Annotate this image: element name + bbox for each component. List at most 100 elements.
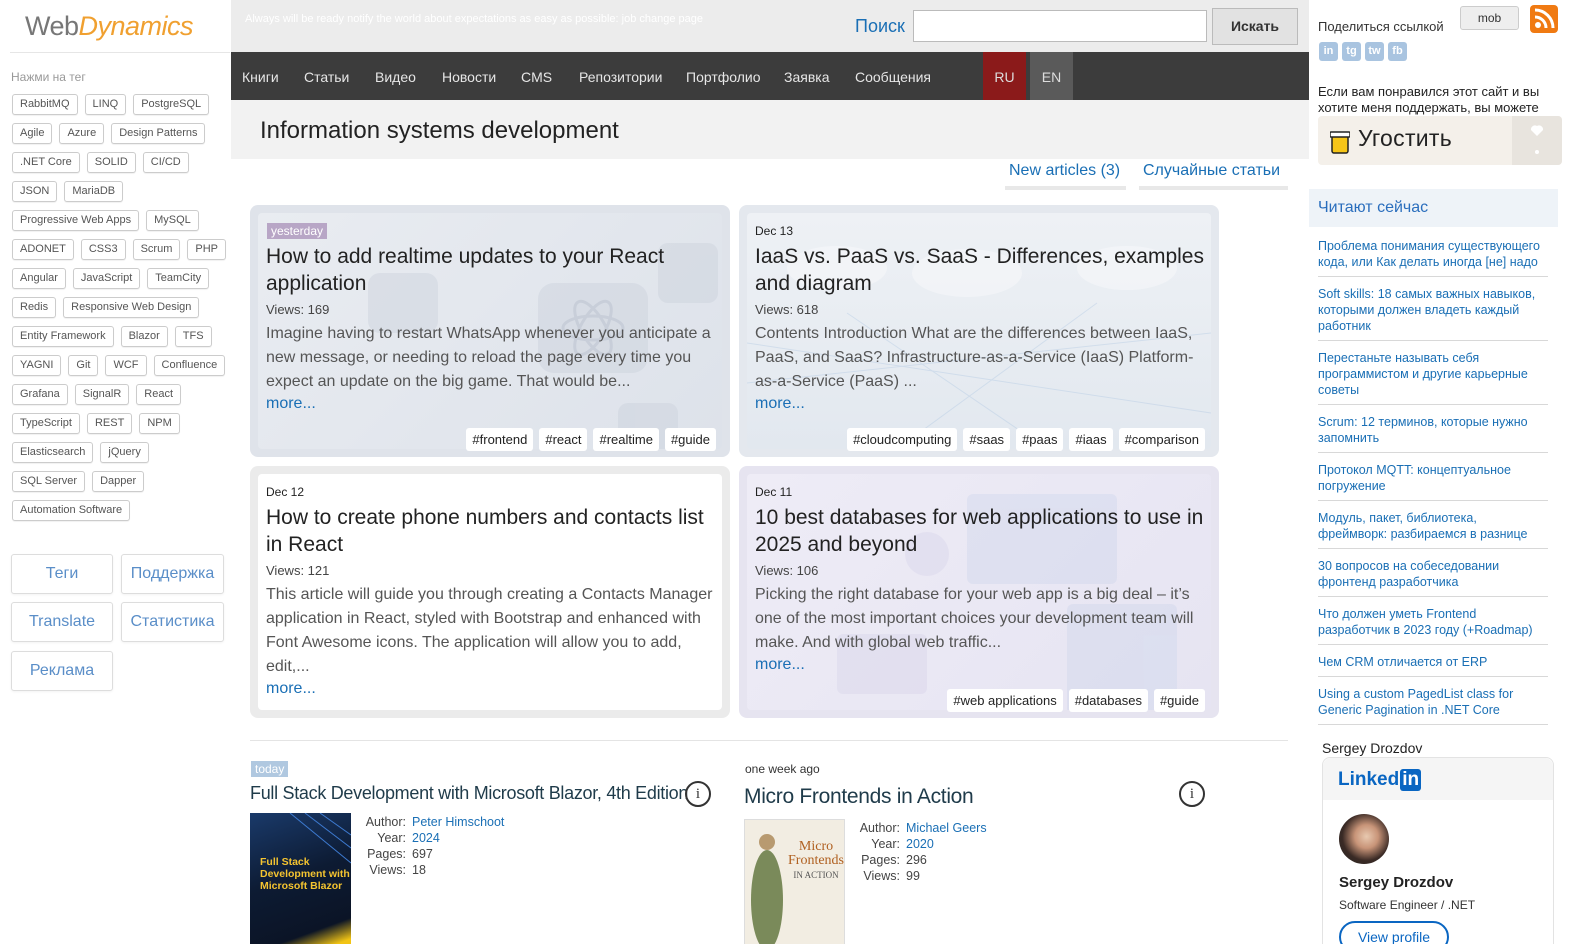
reading-now-link[interactable]: Проблема понимания существующего кода, и… [1318, 236, 1548, 277]
tag-button[interactable]: PostgreSQL [133, 94, 210, 115]
twitter-share-icon[interactable]: tw [1365, 42, 1384, 61]
tag-button[interactable]: Angular [12, 268, 66, 289]
reading-now-link[interactable]: Soft skills: 18 самых важных навыков, ко… [1318, 284, 1548, 341]
lang-en-button[interactable]: EN [1030, 52, 1073, 100]
book-year-link[interactable]: 2020 [906, 837, 934, 851]
rss-icon[interactable] [1530, 5, 1558, 33]
book-cover[interactable]: Micro Frontends IN ACTION [744, 819, 845, 944]
tag-button[interactable]: Redis [12, 297, 57, 318]
tag-button[interactable]: REST [86, 413, 133, 434]
tag-button[interactable]: Git [68, 355, 99, 376]
tag-button[interactable]: RabbitMQ [12, 94, 78, 115]
tag-button[interactable]: Azure [59, 123, 105, 144]
article-tag[interactable]: #web applications [947, 689, 1063, 712]
article-tag[interactable]: #cloudcomputing [847, 428, 958, 451]
tag-button[interactable]: Grafana [12, 384, 68, 405]
buy-coffee-button[interactable]: Угостить [1318, 116, 1562, 165]
view-profile-button[interactable]: View profile [1339, 921, 1449, 944]
tag-button[interactable]: Blazor [120, 326, 168, 347]
reading-now-link[interactable]: Модуль, пакет, библиотека, фреймворк: ра… [1318, 508, 1548, 549]
tag-button[interactable]: LINQ [84, 94, 127, 115]
tag-button[interactable]: Agile [12, 123, 53, 144]
article-tag[interactable]: #react [539, 428, 588, 451]
article-card[interactable]: Dec 13 IaaS vs. PaaS vs. SaaS - Differen… [739, 205, 1219, 457]
article-more-link[interactable]: more... [266, 395, 316, 413]
tag-button[interactable]: TypeScript [12, 413, 80, 434]
tag-button[interactable]: Progressive Web Apps [12, 210, 140, 231]
book-author-link[interactable]: Michael Geers [906, 821, 987, 835]
tab-random-articles[interactable]: Случайные статьи [1139, 162, 1288, 190]
article-tag[interactable]: #comparison [1118, 428, 1205, 451]
tag-button[interactable]: PHP [187, 239, 226, 260]
tag-button[interactable]: .NET Core [12, 152, 80, 173]
article-tag[interactable]: #realtime [593, 428, 659, 451]
tag-button[interactable]: JavaScript [72, 268, 141, 289]
book-title[interactable]: Micro Frontends in Action [744, 785, 974, 809]
nav-video[interactable]: Видео [375, 52, 416, 100]
nav-articles[interactable]: Статьи [304, 52, 349, 100]
tag-button[interactable]: MySQL [146, 210, 199, 231]
book-author-link[interactable]: Peter Himschoot [412, 815, 504, 829]
mobile-version-button[interactable]: mob [1460, 6, 1519, 30]
tag-button[interactable]: jQuery [100, 442, 149, 463]
tag-button[interactable]: Scrum [132, 239, 181, 260]
tag-button[interactable]: SignalR [74, 384, 130, 405]
reading-now-link[interactable]: Что должен уметь Frontend разработчик в … [1318, 604, 1548, 645]
tab-new-articles[interactable]: New articles (3) [1005, 162, 1126, 190]
article-title[interactable]: 10 best databases for web applications t… [755, 504, 1205, 558]
tag-button[interactable]: MariaDB [64, 181, 124, 202]
tag-button[interactable]: Responsive Web Design [63, 297, 200, 318]
article-tag[interactable]: #frontend [466, 428, 534, 451]
linkedin-name[interactable]: Sergey Drozdov [1339, 874, 1453, 891]
tag-button[interactable]: Elasticsearch [12, 442, 94, 463]
article-more-link[interactable]: more... [266, 680, 316, 698]
tag-button[interactable]: NPM [139, 413, 180, 434]
tag-button[interactable]: React [136, 384, 182, 405]
nav-news[interactable]: Новости [442, 52, 496, 100]
tag-button[interactable]: CSS3 [80, 239, 126, 260]
article-card[interactable]: Dec 12 How to create phone numbers and c… [250, 466, 730, 718]
nav-messages[interactable]: Сообщения [855, 52, 931, 100]
nav-books[interactable]: Книги [242, 52, 279, 100]
tag-button[interactable]: CI/CD [142, 152, 189, 173]
tag-button[interactable]: TFS [174, 326, 212, 347]
tag-button[interactable]: TeamCity [147, 268, 210, 289]
reading-now-link[interactable]: Протокол MQTT: концептуальное погружение [1318, 460, 1548, 501]
article-more-link[interactable]: more... [755, 656, 805, 674]
tags-link-button[interactable]: Теги [11, 554, 113, 594]
reading-now-link[interactable]: Перестаньте называть себя программистом … [1318, 348, 1548, 405]
translate-link-button[interactable]: Translate [11, 602, 113, 642]
search-input[interactable] [913, 10, 1207, 42]
facebook-share-icon[interactable]: fb [1388, 42, 1407, 61]
tag-button[interactable]: JSON [12, 181, 58, 202]
article-more-link[interactable]: more... [755, 395, 805, 413]
tag-button[interactable]: YAGNI [12, 355, 62, 376]
linkedin-logo-icon[interactable]: Linked in [1338, 769, 1422, 791]
search-button[interactable]: Искать [1212, 8, 1298, 45]
nav-request[interactable]: Заявка [784, 52, 829, 100]
reading-now-link[interactable]: Scrum: 12 терминов, которые нужно запомн… [1318, 412, 1548, 453]
article-tag[interactable]: #paas [1016, 428, 1064, 451]
info-icon[interactable]: i [1179, 781, 1205, 807]
article-card[interactable]: Dec 11 10 best databases for web applica… [739, 466, 1219, 718]
article-title[interactable]: How to create phone numbers and contacts… [266, 504, 716, 558]
article-card[interactable]: yesterday How to add realtime updates to… [250, 205, 730, 457]
ads-link-button[interactable]: Реклама [11, 651, 113, 691]
tag-button[interactable]: Automation Software [12, 500, 131, 521]
telegram-share-icon[interactable]: tg [1342, 42, 1361, 61]
article-title[interactable]: IaaS vs. PaaS vs. SaaS - Differences, ex… [755, 243, 1205, 297]
tag-button[interactable]: SOLID [86, 152, 136, 173]
nav-repositories[interactable]: Репозитории [579, 52, 662, 100]
linkedin-share-icon[interactable]: in [1319, 42, 1338, 61]
nav-portfolio[interactable]: Портфолио [686, 52, 761, 100]
reading-now-link[interactable]: 30 вопросов на собеседовании фронтенд ра… [1318, 556, 1548, 597]
tag-button[interactable]: Entity Framework [12, 326, 114, 347]
tag-button[interactable]: Dapper [92, 471, 145, 492]
lang-ru-button[interactable]: RU [983, 52, 1026, 100]
article-tag[interactable]: #databases [1068, 689, 1148, 712]
book-year-link[interactable]: 2024 [412, 831, 440, 845]
article-tag[interactable]: #iaas [1069, 428, 1113, 451]
info-icon[interactable]: i [685, 781, 711, 807]
reading-now-link[interactable]: Using a custom PagedList class for Gener… [1318, 684, 1548, 725]
tag-button[interactable]: Design Patterns [111, 123, 206, 144]
